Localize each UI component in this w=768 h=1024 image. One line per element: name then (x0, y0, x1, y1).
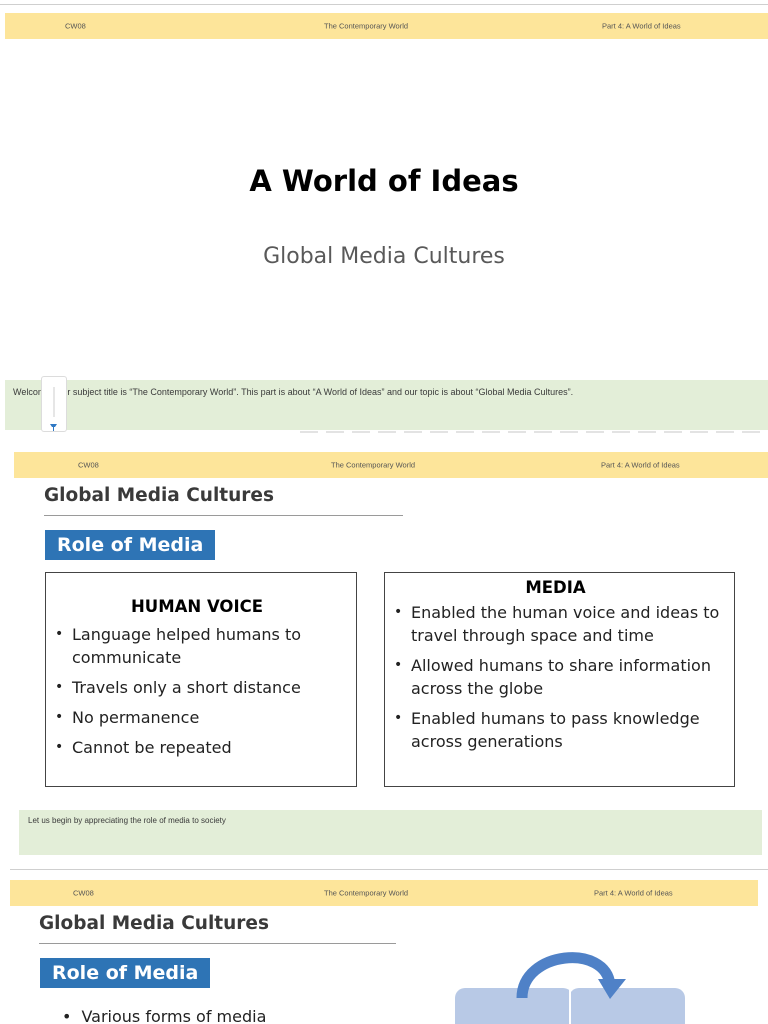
bullet-list: • Enabled the human voice and ideas to tr… (385, 601, 726, 753)
course-code: CW08 (65, 21, 86, 31)
bullet-icon: • (62, 1007, 72, 1024)
bullet-icon: • (55, 709, 64, 725)
role-of-media-badge: Role of Media (40, 958, 211, 988)
slide-header: CW08 The Contemporary World Part 4: A Wo… (10, 880, 758, 906)
slide-heading: Global Media Cultures (39, 913, 269, 934)
bullet-icon: • (55, 739, 64, 755)
slide-divider (10, 869, 768, 870)
bullet-list: • Language helped humans to communicate •… (46, 623, 348, 759)
part-label: Part 4: A World of Ideas (602, 21, 681, 31)
heading-rule (39, 943, 396, 944)
part-label: Part 4: A World of Ideas (601, 460, 680, 470)
part-label: Part 4: A World of Ideas (594, 888, 673, 898)
panel-title: MEDIA (525, 578, 586, 597)
course-code: CW08 (78, 460, 99, 470)
slide-heading: Global Media Cultures (44, 485, 274, 506)
course-title: The Contemporary World (324, 21, 409, 31)
heading-rule (44, 515, 403, 516)
list-item: • Cannot be repeated (55, 738, 232, 757)
narration-slider[interactable] (41, 376, 67, 432)
cycle-arrow-icon (516, 952, 626, 999)
slider-track (53, 387, 55, 417)
list-item: • Various forms of media (62, 1007, 267, 1024)
slide-header: CW08 The Contemporary World Part 4: A Wo… (5, 13, 768, 39)
course-title: The Contemporary World (331, 460, 416, 470)
slider-icon[interactable] (49, 417, 58, 431)
media-panel: MEDIA • Enabled the human voice and ideas… (384, 572, 735, 787)
bullet-icon: • (394, 657, 403, 673)
list-item: • No permanence (55, 708, 200, 727)
slide-header: CW08 The Contemporary World Part 4: A Wo… (14, 452, 768, 478)
list-item: • Enabled humans to pass knowledge across… (394, 709, 700, 751)
list-item: • Travels only a short distance (55, 678, 301, 697)
speaker-notes: Let us begin by appreciating the role of… (19, 810, 762, 855)
list-item: • Enabled the human voice and ideas to tr… (394, 603, 720, 645)
slide-title: A World of Ideas (249, 164, 519, 198)
course-title: The Contemporary World (324, 888, 409, 898)
top-divider (0, 4, 768, 5)
slide-subtitle: Global Media Cultures (263, 244, 505, 269)
bullet-icon: • (55, 626, 64, 642)
speaker-notes-text: Welcome! Our subject title is “The Conte… (13, 387, 574, 397)
notes-divider (300, 431, 768, 433)
list-item: • Language helped humans to communicate (55, 625, 302, 667)
role-of-media-badge: Role of Media (45, 530, 216, 560)
bullet-icon: • (394, 710, 403, 726)
speaker-notes: Welcome! Our subject title is “The Conte… (5, 380, 768, 430)
human-voice-panel: HUMAN VOICE • Language helped humans to c… (45, 572, 357, 787)
course-code: CW08 (73, 888, 94, 898)
list-item: • Allowed humans to share information acr… (394, 656, 711, 698)
panel-title: HUMAN VOICE (131, 597, 263, 616)
speaker-notes-text: Let us begin by appreciating the role of… (28, 816, 226, 825)
bullet-icon: • (55, 679, 64, 695)
bullet-icon: • (394, 604, 403, 620)
